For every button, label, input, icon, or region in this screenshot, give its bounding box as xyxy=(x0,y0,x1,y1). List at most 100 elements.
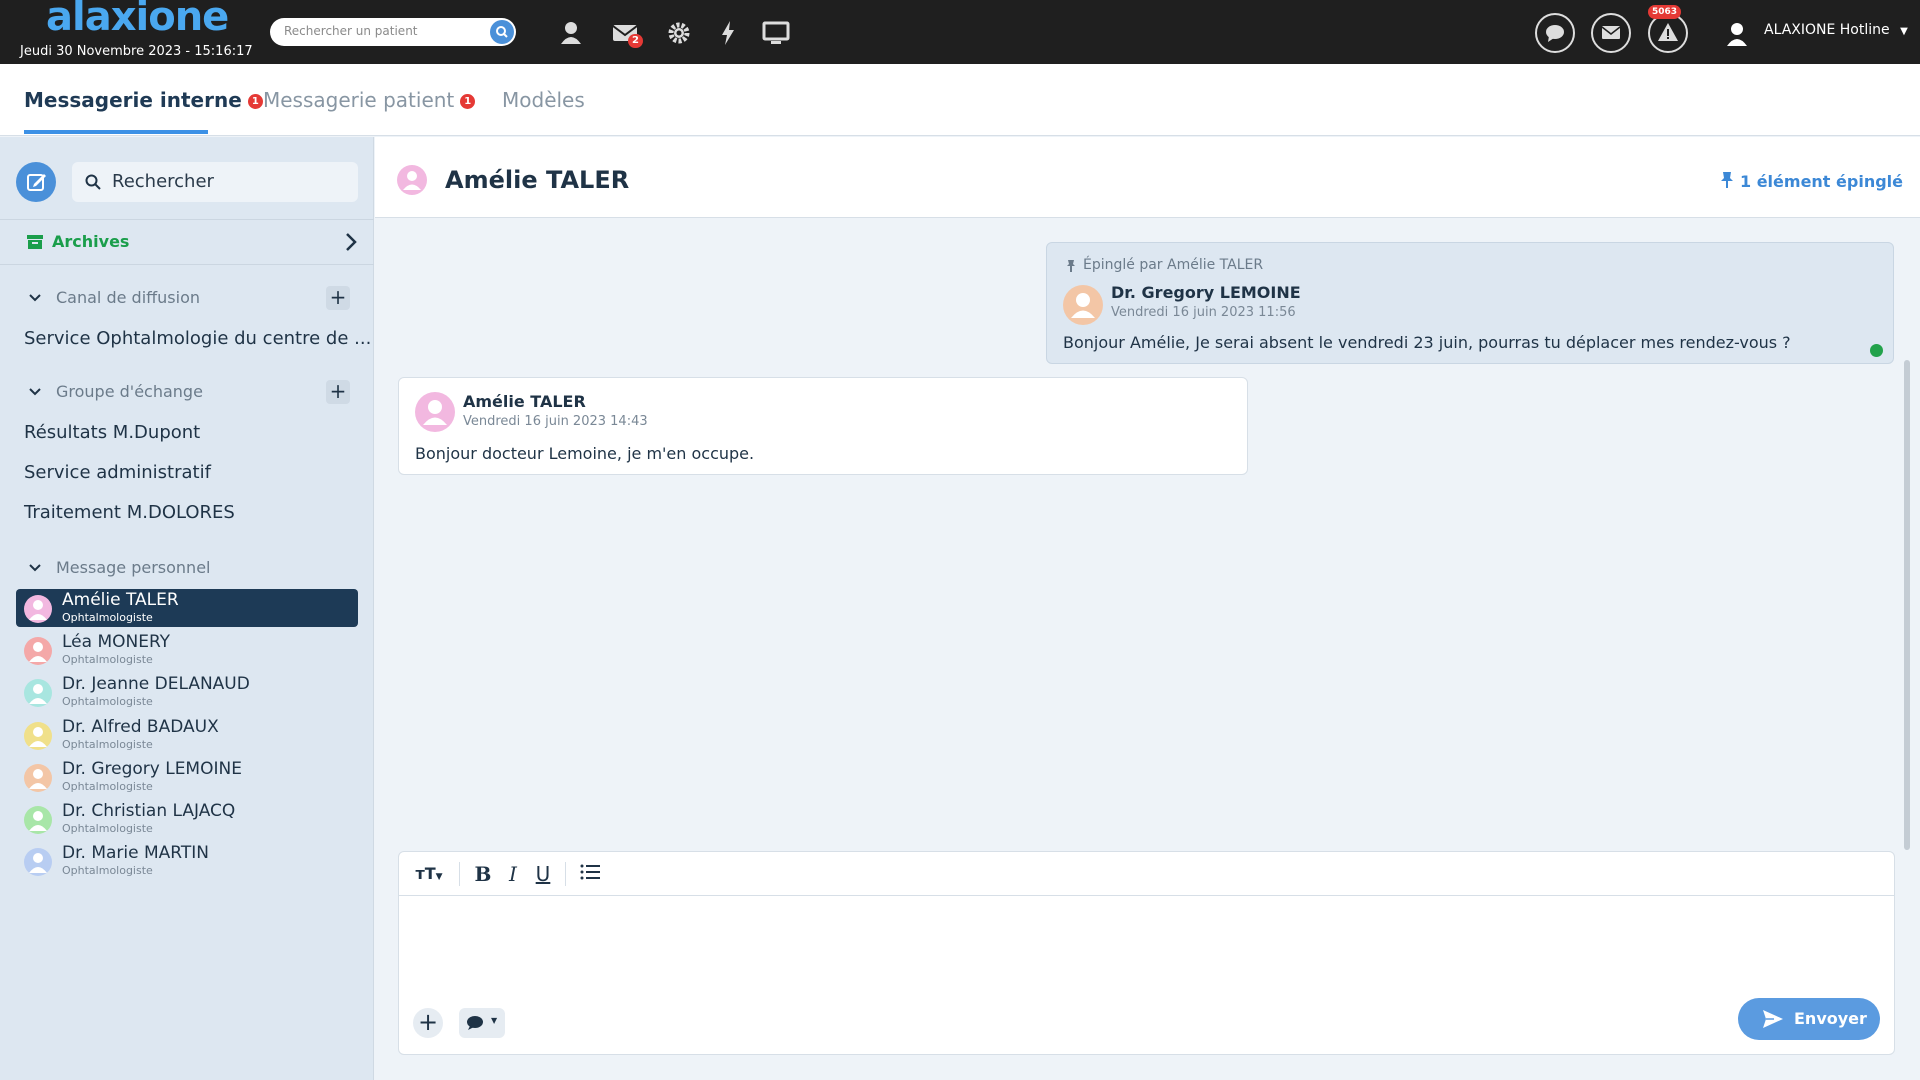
section-title: Groupe d'échange xyxy=(56,382,203,401)
send-label: Envoyer xyxy=(1794,1009,1867,1028)
conversation-header: Amélie TALER 1 élément épinglé xyxy=(375,137,1920,218)
avatar xyxy=(415,392,455,432)
user-avatar[interactable] xyxy=(1722,18,1752,48)
active-tab-indicator xyxy=(24,130,208,134)
contact-item[interactable]: Dr. Marie MARTIN Ophtalmologiste xyxy=(16,842,358,880)
section-groupe-echange[interactable]: Groupe d'échange + xyxy=(0,378,374,408)
patient-search-input[interactable] xyxy=(284,24,474,38)
section-message-personnel[interactable]: Message personnel xyxy=(0,554,374,584)
section-canal-de-diffusion[interactable]: Canal de diffusion + xyxy=(0,284,374,314)
templates-button[interactable]: ▼ xyxy=(459,1008,505,1038)
contact-role: Ophtalmologiste xyxy=(62,611,153,624)
display-button[interactable] xyxy=(761,18,791,48)
toolbar-divider xyxy=(565,862,566,886)
chat-button[interactable] xyxy=(1535,13,1575,53)
contact-role: Ophtalmologiste xyxy=(62,864,153,878)
section-title: Message personnel xyxy=(56,558,211,577)
message-author: Dr. Gregory LEMOINE xyxy=(1111,283,1301,302)
user-icon xyxy=(1071,293,1095,318)
list-button[interactable] xyxy=(577,860,603,888)
archives-link[interactable]: Archives xyxy=(0,219,374,265)
group-item[interactable]: Traitement M.DOLORES xyxy=(24,502,235,523)
bold-button[interactable]: B xyxy=(473,860,493,888)
chevron-down-icon xyxy=(29,564,41,572)
warning-icon xyxy=(1658,23,1678,41)
caret-down-icon: ▼ xyxy=(491,1016,498,1025)
section-title: Canal de diffusion xyxy=(56,288,201,307)
conversation-search-input[interactable] xyxy=(112,171,342,192)
group-item[interactable]: Résultats M.Dupont xyxy=(24,422,200,443)
font-size-button[interactable]: ᴛT▼ xyxy=(411,860,447,888)
user-icon xyxy=(423,400,447,425)
search-icon xyxy=(85,174,101,190)
user-name: ALAXIONE Hotline xyxy=(1764,22,1890,38)
envelope-icon xyxy=(1601,26,1621,39)
message-text: Bonjour Amélie, Je serai absent le vendr… xyxy=(1063,333,1791,352)
alerts-badge: 5063 xyxy=(1648,5,1682,19)
pinned-by-label: Épinglé par Amélie TALER xyxy=(1083,257,1264,273)
avatar xyxy=(24,637,52,666)
message[interactable]: Amélie TALER Vendredi 16 juin 2023 14:43… xyxy=(398,377,1248,475)
add-attachment-button[interactable]: + xyxy=(413,1008,443,1038)
avatar xyxy=(1063,285,1103,325)
contact-item[interactable]: Dr. Christian LAJACQ Ophtalmologiste xyxy=(16,800,358,838)
quick-actions-button[interactable] xyxy=(713,18,743,48)
read-check-icon xyxy=(1870,344,1883,357)
archive-icon xyxy=(27,235,43,249)
italic-button[interactable]: I xyxy=(503,860,523,888)
conversation-title: Amélie TALER xyxy=(445,166,630,194)
contact-item[interactable]: Dr. Jeanne DELANAUD Ophtalmologiste xyxy=(16,673,358,711)
message-editor: ᴛT▼ B I U + ▼ Envoyer xyxy=(398,851,1895,1055)
alerts-button[interactable]: 5063 xyxy=(1648,5,1688,53)
contact-name: Dr. Alfred BADAUX xyxy=(62,716,219,737)
contact-item[interactable]: Dr. Alfred BADAUX Ophtalmologiste xyxy=(16,716,358,754)
tab-modeles[interactable]: Modèles xyxy=(502,88,585,112)
conversation-sidebar: Archives Canal de diffusion + Service Op… xyxy=(0,137,374,1080)
add-group-button[interactable]: + xyxy=(326,380,350,404)
user-icon xyxy=(29,642,47,663)
toolbar-divider xyxy=(459,862,460,886)
contact-name: Léa MONERY xyxy=(62,632,171,653)
top-bar: alaxione Jeudi 30 Novembre 2023 - 15:16:… xyxy=(0,0,1920,64)
mail-button[interactable] xyxy=(1591,13,1631,53)
messages-scrollbar[interactable] xyxy=(1904,360,1910,850)
avatar xyxy=(24,679,52,708)
tabs-bar: Messagerie interne 1 Messagerie patient 1 … xyxy=(0,64,1920,136)
send-button[interactable]: Envoyer xyxy=(1738,998,1880,1040)
messages-badge: 2 xyxy=(628,34,643,48)
contact-name: Amélie TALER xyxy=(62,590,179,610)
plus-icon: + xyxy=(417,1008,439,1036)
patient-search-button[interactable] xyxy=(490,20,514,44)
channel-item[interactable]: Service Ophtalmologie du centre de ... xyxy=(24,328,371,349)
pinned-message[interactable]: Épinglé par Amélie TALER Dr. Gregory LEM… xyxy=(1046,242,1894,364)
settings-button[interactable] xyxy=(664,18,694,48)
user-menu[interactable]: ALAXIONE Hotline ▼ xyxy=(1764,22,1908,38)
tab-badge: 1 xyxy=(247,94,263,109)
messages-button[interactable]: 2 xyxy=(610,18,643,48)
caret-down-icon: ▼ xyxy=(1900,26,1908,37)
edit-icon xyxy=(27,174,46,191)
add-channel-button[interactable]: + xyxy=(326,286,350,310)
message-input[interactable] xyxy=(409,902,1879,972)
contact-role: Ophtalmologiste xyxy=(62,653,153,667)
editor-toolbar: ᴛT▼ B I U xyxy=(399,852,1894,896)
pin-icon xyxy=(1721,172,1733,188)
user-icon xyxy=(403,171,421,190)
group-item[interactable]: Service administratif xyxy=(24,462,211,483)
archives-label: Archives xyxy=(52,232,130,251)
tab-messagerie-interne[interactable]: Messagerie interne 1 xyxy=(24,88,263,112)
contact-role: Ophtalmologiste xyxy=(62,737,153,751)
contact-name: Dr. Marie MARTIN xyxy=(62,843,209,864)
pinned-items-link[interactable]: 1 élément épinglé xyxy=(1720,171,1903,191)
patients-button[interactable] xyxy=(556,18,586,48)
tab-messagerie-patient[interactable]: Messagerie patient 1 xyxy=(263,88,476,112)
underline-button[interactable]: U xyxy=(533,860,553,888)
compose-button[interactable] xyxy=(16,162,56,202)
contact-item[interactable]: Dr. Gregory LEMOINE Ophtalmologiste xyxy=(16,758,358,796)
contact-item[interactable]: Amélie TALER Ophtalmologiste xyxy=(16,589,358,627)
user-icon xyxy=(561,22,581,44)
italic-icon: I xyxy=(509,862,517,886)
contact-item[interactable]: Léa MONERY Ophtalmologiste xyxy=(16,631,358,669)
logo[interactable]: alaxione xyxy=(46,0,229,40)
chat-bubble-icon xyxy=(1546,25,1564,42)
